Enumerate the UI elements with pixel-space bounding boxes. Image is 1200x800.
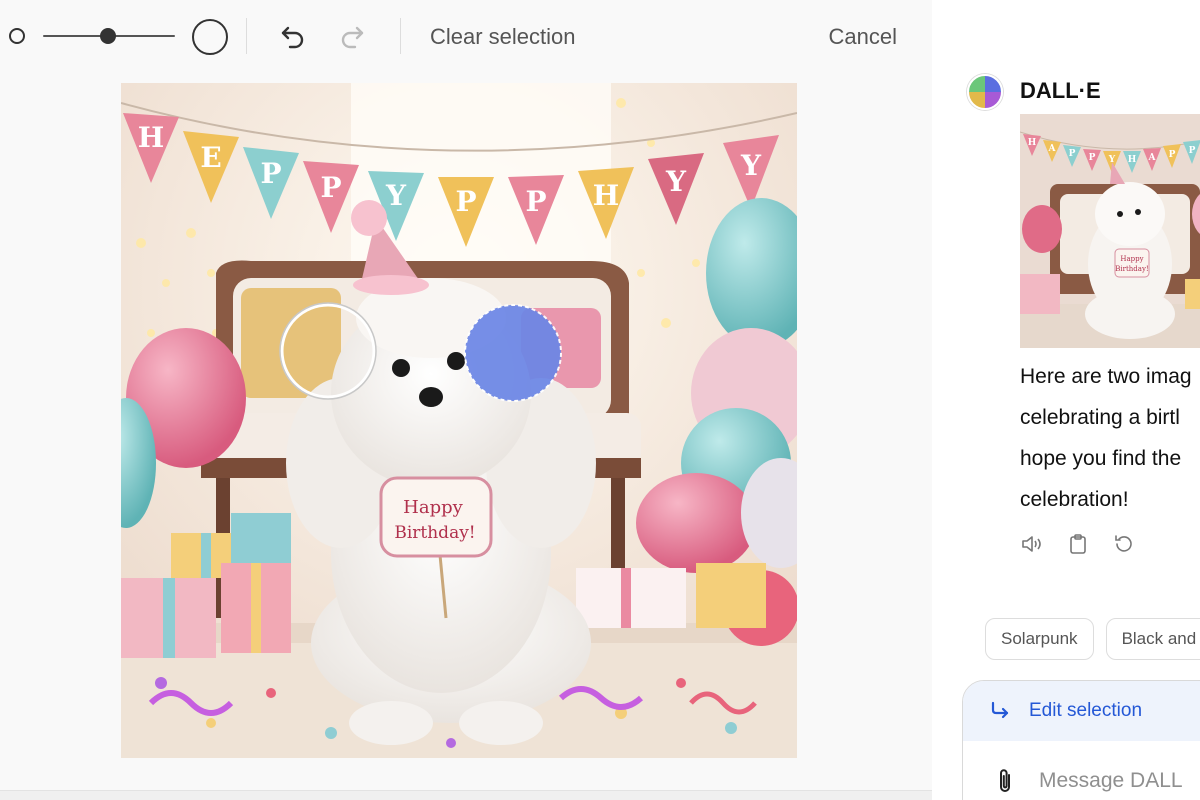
speaker-icon: [1022, 536, 1041, 552]
bunting-letter: H: [593, 179, 619, 212]
bunting-letter: H: [138, 121, 164, 154]
message-composer: Edit selection Message DALL: [962, 680, 1200, 800]
edit-selection-label: Edit selection: [1029, 700, 1143, 721]
image-editor: Clear selection Cancel H E P P Y P P H Y…: [0, 0, 932, 800]
reply-line: Here are two imag: [1020, 365, 1192, 388]
generated-image-thumbnail[interactable]: H A P P Y H A P P Y Happy Birthday!: [1020, 114, 1200, 348]
bunting-letter: Y: [740, 149, 762, 182]
bunting-letter: Y: [385, 179, 407, 212]
regenerate-button[interactable]: [1112, 532, 1136, 556]
message-input[interactable]: Message DALL: [963, 741, 1200, 800]
masked-selection: [464, 304, 562, 402]
suggestion-chip[interactable]: Solarpunk: [985, 618, 1094, 660]
thumb-sign-line1: Happy: [1120, 255, 1143, 263]
reply-line: celebration!: [1020, 488, 1129, 511]
reply-line: celebrating a birtl: [1020, 406, 1180, 429]
thumbnail-image: H A P P Y H A P P Y Happy Birthday!: [1020, 114, 1200, 348]
assistant-name: DALL·E: [1020, 78, 1101, 103]
edit-canvas-image[interactable]: H E P P Y P P H Y Y Happy Birthday!: [121, 83, 797, 758]
thumb-sign-line2: Birthday!: [1115, 265, 1148, 273]
cancel-button[interactable]: Cancel: [829, 24, 897, 50]
thumb-bunting-letter: Y: [1108, 155, 1116, 165]
redo-button[interactable]: [336, 20, 368, 52]
bottom-strip: [0, 790, 932, 800]
bunting-letter: P: [525, 185, 546, 218]
suggestion-chips: Solarpunk Black and: [985, 618, 1200, 660]
clipboard-icon: [1070, 534, 1086, 554]
thumb-bunting-letter: P: [1089, 153, 1096, 163]
toolbar-divider: [246, 18, 247, 54]
toolbar-divider: [400, 18, 401, 54]
thumb-bunting-letter: H: [1028, 138, 1037, 148]
bunting-letter: P: [320, 171, 341, 204]
canvas-sign-line1: Happy: [403, 497, 463, 518]
edit-selection-bar[interactable]: Edit selection: [963, 681, 1200, 741]
thumb-bunting-letter: P: [1069, 149, 1076, 159]
reply-arrow-icon: [991, 701, 1009, 719]
message-placeholder: Message DALL: [1039, 769, 1183, 792]
birthday-poodle-image: H E P P Y P P H Y Y Happy Birthday!: [121, 83, 797, 758]
redo-icon: [341, 26, 364, 49]
thumb-bunting-letter: A: [1148, 153, 1157, 163]
message-actions: [1020, 532, 1136, 556]
bunting-letter: P: [455, 185, 476, 218]
small-brush-icon[interactable]: [9, 28, 25, 44]
bunting-letter: P: [260, 157, 281, 190]
thumb-bunting-letter: A: [1048, 144, 1057, 154]
regenerate-icon: [1115, 535, 1132, 552]
assistant-reply: Here are two imag celebrating a birtl ho…: [1020, 356, 1200, 520]
bunting-letter: Y: [665, 165, 687, 198]
reply-line: hope you find the: [1020, 447, 1182, 470]
paperclip-icon: [1000, 769, 1010, 792]
editor-toolbar: Clear selection Cancel: [0, 0, 932, 74]
suggestion-chip[interactable]: Black and: [1105, 618, 1200, 660]
brush-size-slider-thumb[interactable]: [100, 28, 116, 44]
thumb-bunting-letter: P: [1189, 146, 1196, 156]
large-brush-icon[interactable]: [192, 19, 228, 55]
thumb-bunting-letter: P: [1169, 150, 1176, 160]
read-aloud-button[interactable]: [1020, 532, 1044, 556]
canvas-sign-line2: Birthday!: [394, 523, 475, 543]
thumb-bunting-letter: H: [1128, 155, 1137, 165]
chat-panel: DALL·E H A P P Y H A P P Y: [932, 0, 1200, 800]
undo-icon: [281, 26, 304, 49]
dalle-avatar: [967, 74, 1003, 110]
bunting-letter: E: [200, 141, 221, 174]
clear-selection-button[interactable]: Clear selection: [430, 24, 576, 50]
copy-button[interactable]: [1066, 532, 1090, 556]
undo-button[interactable]: [277, 20, 309, 52]
